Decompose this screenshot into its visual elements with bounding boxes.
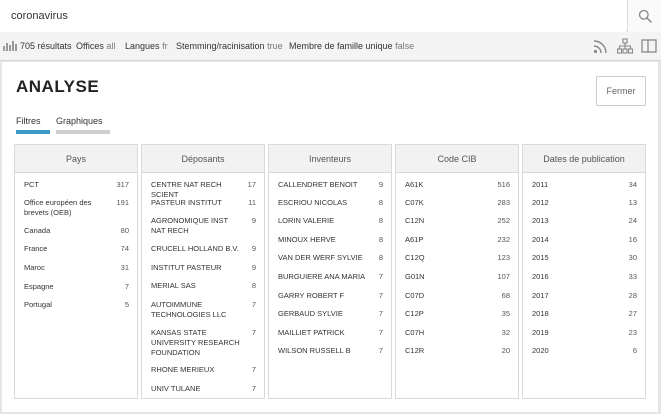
column-header: Code CIB: [396, 145, 518, 173]
list-item[interactable]: 201213: [532, 198, 637, 208]
famille-setting: Membre de famille unique false: [289, 41, 414, 51]
column-header: Déposants: [142, 145, 264, 173]
list-item[interactable]: C12N252: [405, 216, 510, 226]
tab-filtres-label: Filtres: [16, 116, 41, 126]
filter-column-dates-de-publication: Dates de publication 201134 201213 20132…: [522, 144, 646, 399]
list-item[interactable]: AUTOIMMUNE TECHNOLOGIES LLC7: [151, 300, 256, 320]
list-item[interactable]: 20206: [532, 346, 637, 356]
rss-feed-icon[interactable]: [593, 38, 609, 54]
filter-column-code-cib: Code CIB A61K516 C07K283 C12N252 A61P232…: [395, 144, 519, 399]
list-item[interactable]: VAN DER WERF SYLVIE8: [278, 253, 383, 263]
list-item[interactable]: 201134: [532, 180, 637, 190]
hierarchy-icon[interactable]: [617, 38, 633, 54]
list-item[interactable]: CENTRE NAT RECH SCIENT17: [151, 180, 256, 200]
list-item[interactable]: WILSON RUSSELL B7: [278, 346, 383, 356]
list-item[interactable]: AGRONOMIQUE INST NAT RECH9: [151, 216, 256, 236]
list-item[interactable]: RHONE MERIEUX7: [151, 365, 256, 375]
list-item[interactable]: GERBAUD SYLVIE7: [278, 309, 383, 319]
query-info-bar: 705 résultats Offices all Langues fr Ste…: [0, 32, 661, 61]
list-item[interactable]: MERIAL SAS8: [151, 281, 256, 291]
search-icon: [638, 9, 652, 23]
filter-column-pays: Pays PCT317 Office européen des brevets …: [14, 144, 138, 399]
column-header: Pays: [15, 145, 137, 173]
tab-filtres[interactable]: Filtres: [16, 116, 41, 126]
list-item[interactable]: LORIN VALERIE8: [278, 216, 383, 226]
list-item[interactable]: Espagne7: [24, 282, 129, 292]
search-input[interactable]: [0, 0, 626, 32]
list-item[interactable]: MINOUX HERVE8: [278, 235, 383, 245]
offices-setting: Offices all: [76, 41, 115, 51]
list-item[interactable]: KANSAS STATE UNIVERSITY RESEARCH FOUNDAT…: [151, 328, 256, 358]
tab-graphiques-label: Graphiques: [56, 116, 103, 126]
filter-column-deposants: Déposants CENTRE NAT RECH SCIENT17 PASTE…: [141, 144, 265, 399]
list-item[interactable]: 201923: [532, 328, 637, 338]
list-item[interactable]: C12R20: [405, 346, 510, 356]
search-button[interactable]: [627, 0, 661, 32]
list-item[interactable]: UNIV TULANE7: [151, 384, 256, 394]
results-count: 705 résultats: [20, 41, 72, 51]
column-header: Inventeurs: [269, 145, 391, 173]
list-item[interactable]: C12P35: [405, 309, 510, 319]
list-item[interactable]: C07H32: [405, 328, 510, 338]
list-item[interactable]: C07D68: [405, 291, 510, 301]
list-item[interactable]: INSTITUT PASTEUR9: [151, 263, 256, 273]
tab-filtres-underline: [16, 130, 50, 134]
list-item[interactable]: CALLENDRET BENOIT9: [278, 180, 383, 190]
close-button[interactable]: Fermer: [596, 76, 646, 106]
list-item[interactable]: G01N107: [405, 272, 510, 282]
langues-setting: Langues fr: [125, 41, 168, 51]
list-item[interactable]: Maroc31: [24, 263, 129, 273]
list-item[interactable]: ESCRIOU NICOLAS8: [278, 198, 383, 208]
panel-title: ANALYSE: [16, 77, 99, 97]
filter-column-inventeurs: Inventeurs CALLENDRET BENOIT9 ESCRIOU NI…: [268, 144, 392, 399]
list-item[interactable]: GARRY ROBERT F7: [278, 291, 383, 301]
list-item[interactable]: 201530: [532, 253, 637, 263]
bar-chart-icon[interactable]: [3, 40, 17, 53]
tab-graphiques[interactable]: Graphiques: [56, 116, 103, 126]
list-item[interactable]: BURGUIERE ANA MARIA7: [278, 272, 383, 282]
list-item[interactable]: A61P232: [405, 235, 510, 245]
list-item[interactable]: C07K283: [405, 198, 510, 208]
list-item[interactable]: C12Q123: [405, 253, 510, 263]
analyse-panel: ANALYSE Fermer Filtres Graphiques Pays P…: [2, 62, 658, 412]
list-item[interactable]: A61K516: [405, 180, 510, 190]
stemming-setting: Stemming/racinisation true: [176, 41, 283, 51]
list-item[interactable]: 201633: [532, 272, 637, 282]
list-item[interactable]: 201416: [532, 235, 637, 245]
list-item[interactable]: MAILLIET PATRICK7: [278, 328, 383, 338]
list-item[interactable]: CRUCELL HOLLAND B.V.9: [151, 244, 256, 254]
search-bar: [0, 0, 661, 32]
filter-columns: Pays PCT317 Office européen des brevets …: [14, 144, 646, 399]
list-item[interactable]: France74: [24, 244, 129, 254]
tab-graphiques-underline: [56, 130, 110, 134]
list-item[interactable]: PCT317: [24, 180, 129, 190]
list-item[interactable]: PASTEUR INSTITUT11: [151, 198, 256, 208]
list-item[interactable]: Canada80: [24, 226, 129, 236]
list-item[interactable]: 201324: [532, 216, 637, 226]
column-header: Dates de publication: [523, 145, 645, 173]
list-item[interactable]: 201827: [532, 309, 637, 319]
list-item[interactable]: Portugal5: [24, 300, 129, 310]
split-view-icon[interactable]: [641, 38, 657, 54]
list-item[interactable]: 201728: [532, 291, 637, 301]
list-item[interactable]: Office européen des brevets (OEB)191: [24, 198, 129, 218]
